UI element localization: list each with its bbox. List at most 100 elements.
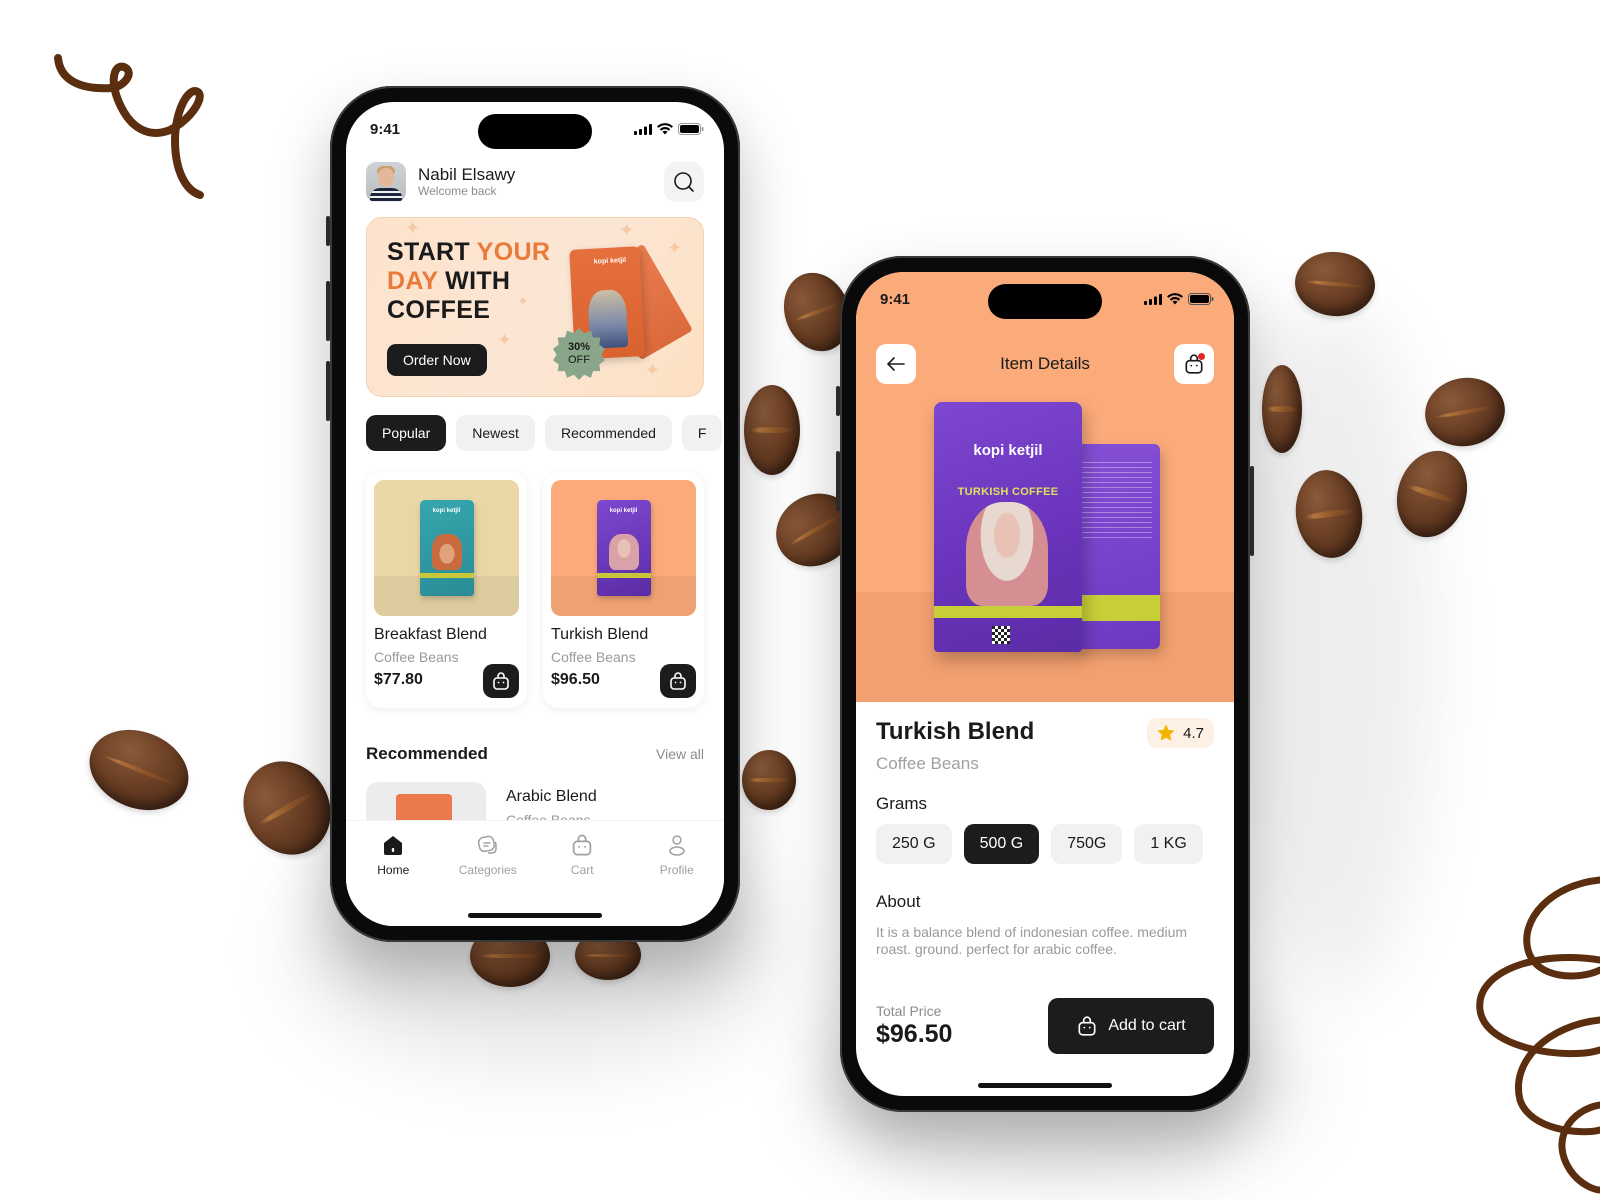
coffee-bean [1292, 248, 1378, 320]
wifi-icon [1167, 293, 1183, 305]
sparkle-icon: ✦ [497, 330, 513, 350]
home-indicator [978, 1083, 1112, 1088]
detail-phone-mockup: kopi ketjil TURKISH COFFEE 9:41 Item Det… [836, 256, 1254, 1112]
coffee-bean [1262, 365, 1302, 453]
size-option-1kg[interactable]: 1 KG [1134, 824, 1203, 864]
add-to-cart-button[interactable] [483, 664, 519, 698]
category-chips: Popular Newest Recommended F [366, 415, 723, 451]
sparkle-icon: ✦ [405, 218, 421, 238]
home-indicator [468, 913, 602, 918]
rating-badge: 4.7 [1147, 718, 1214, 748]
notification-dot [1198, 353, 1205, 360]
product-image: kopi ketjil [551, 480, 696, 616]
coffee-bag-back-image [1070, 444, 1160, 649]
status-time: 9:41 [370, 120, 401, 138]
product-hero: kopi ketjil TURKISH COFFEE [856, 272, 1234, 702]
product-card[interactable]: kopi ketjil Turkish Blend Coffee Beans $… [543, 472, 704, 708]
product-details: Turkish Blend 4.7 Coffee Beans Grams 250… [876, 702, 1214, 958]
product-grid: kopi ketjil Breakfast Blend Coffee Beans… [366, 472, 704, 708]
chip-recommended[interactable]: Recommended [544, 415, 672, 451]
item-details-screen: kopi ketjil TURKISH COFFEE 9:41 Item Det… [856, 272, 1234, 1096]
sparkle-icon: ✦ [667, 238, 683, 258]
star-icon [1158, 724, 1175, 741]
phone-side-button [326, 361, 330, 421]
signal-icon [634, 123, 652, 135]
promo-banner[interactable]: ✦ ✦ ✦ ✦ ✦ ✦ START YOUR DAY WITH COFFEE O… [366, 217, 704, 397]
size-option-750g[interactable]: 750G [1051, 824, 1123, 864]
sparkle-icon: ✦ [645, 360, 661, 380]
signal-icon [1144, 293, 1162, 305]
coffee-bean [1419, 371, 1511, 453]
product-category: Coffee Beans [374, 649, 459, 665]
welcome-text: Welcome back [418, 184, 497, 198]
view-all-link[interactable]: View all [656, 746, 704, 762]
add-to-cart-button[interactable]: Add to cart [1048, 998, 1214, 1054]
coffee-bean [77, 715, 201, 825]
home-screen: 9:41 Nabil Elsawy Welcome back ✦ ✦ ✦ ✦ ✦… [346, 102, 724, 926]
banner-headline: START YOUR DAY WITH COFFEE [387, 238, 551, 324]
coffee-squiggle-decoration [54, 54, 204, 199]
search-icon [674, 172, 694, 192]
dynamic-island [478, 114, 592, 149]
back-button[interactable] [876, 344, 916, 384]
recommended-header: Recommended View all [366, 744, 704, 764]
section-title: Recommended [366, 744, 488, 763]
grams-label: Grams [876, 794, 927, 813]
user-header: Nabil Elsawy Welcome back [366, 162, 704, 202]
phone-side-button [836, 386, 840, 416]
order-now-button[interactable]: Order Now [387, 344, 487, 376]
total-price-value: $96.50 [876, 1020, 953, 1048]
about-text: It is a balance blend of indonesian coff… [876, 924, 1188, 957]
product-name: Turkish Blend [876, 718, 1035, 745]
cart-icon [573, 834, 592, 856]
tab-home[interactable]: Home [353, 833, 433, 926]
total-price-label: Total Price [876, 1003, 942, 1019]
shopping-bag-icon [493, 672, 509, 690]
coffee-bean [744, 385, 800, 475]
arrow-left-icon [887, 357, 905, 371]
chip-more[interactable]: F [681, 415, 723, 451]
home-icon [384, 836, 403, 855]
size-option-250g[interactable]: 250 G [876, 824, 952, 864]
coffee-bag-image: kopi ketjil TURKISH COFFEE [934, 402, 1082, 652]
battery-icon [678, 123, 704, 135]
battery-icon [1188, 293, 1214, 305]
product-name: Arabic Blend [506, 788, 597, 805]
phone-shadow [1230, 300, 1430, 1000]
profile-icon [669, 835, 685, 856]
chip-newest[interactable]: Newest [456, 415, 535, 451]
chip-popular[interactable]: Popular [366, 415, 447, 451]
bottom-tab-bar: Home Categories Cart Profile [346, 820, 724, 926]
about-label: About [876, 892, 921, 911]
dynamic-island [988, 284, 1102, 319]
phone-side-button [326, 281, 330, 341]
shopping-bag-icon [1078, 1016, 1096, 1036]
search-button[interactable] [664, 162, 704, 202]
size-selector: 250 G 500 G 750G 1 KG [876, 824, 1214, 864]
wifi-icon [657, 123, 673, 135]
coffee-swirl-decoration [1476, 876, 1600, 1194]
user-name: Nabil Elsawy [418, 165, 516, 184]
product-image: kopi ketjil [374, 480, 519, 616]
product-name: Breakfast Blend [374, 626, 487, 643]
phone-side-button [326, 216, 330, 246]
avatar[interactable] [366, 162, 406, 202]
top-nav: Item Details [876, 344, 1214, 384]
product-category: Coffee Beans [876, 754, 979, 773]
categories-icon [477, 835, 497, 854]
home-phone-mockup: 9:41 Nabil Elsawy Welcome back ✦ ✦ ✦ ✦ ✦… [326, 86, 740, 942]
coffee-bean [742, 750, 796, 810]
page-title: Item Details [1000, 354, 1090, 373]
size-option-500g[interactable]: 500 G [963, 824, 1040, 864]
phone-side-button [1250, 466, 1254, 556]
tab-profile[interactable]: Profile [637, 833, 717, 926]
sparkle-icon: ✦ [619, 220, 635, 240]
product-name: Turkish Blend [551, 626, 649, 643]
product-category: Coffee Beans [551, 649, 636, 665]
phone-side-button [836, 451, 840, 511]
status-time: 9:41 [880, 290, 911, 308]
product-card[interactable]: kopi ketjil Breakfast Blend Coffee Beans… [366, 472, 527, 708]
shopping-bag-icon [670, 672, 686, 690]
cart-button[interactable] [1174, 344, 1214, 384]
add-to-cart-button[interactable] [660, 664, 696, 698]
